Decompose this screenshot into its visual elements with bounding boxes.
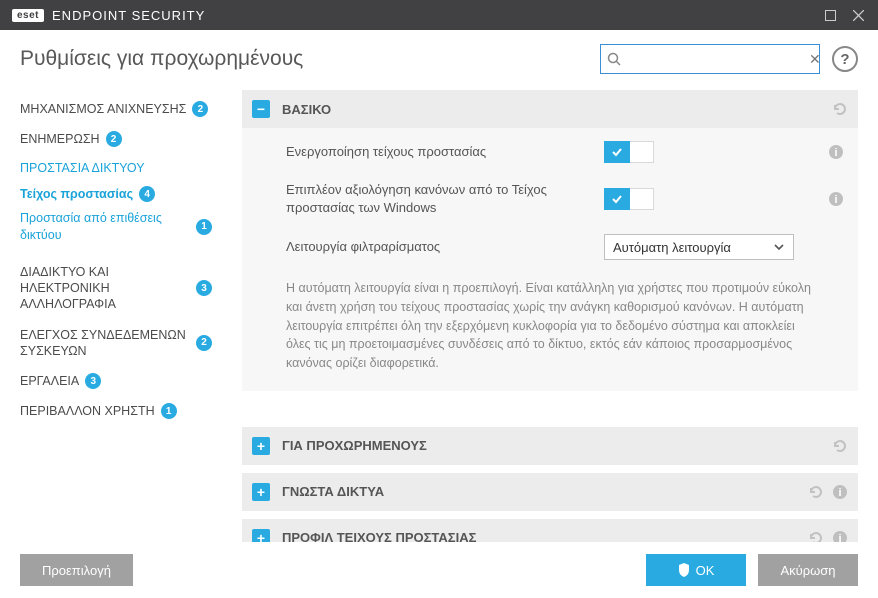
svg-text:i: i <box>834 194 837 206</box>
check-icon <box>611 193 623 205</box>
search-input[interactable] <box>627 52 803 67</box>
sidebar-badge: 2 <box>192 101 208 117</box>
content: − ΒΑΣΙΚΟ Ενεργοποίηση τείχους προστασίας <box>238 88 878 586</box>
expand-icon[interactable]: + <box>252 483 270 501</box>
check-icon <box>611 146 623 158</box>
sidebar-item-detection[interactable]: ΜΗΧΑΝΙΣΜΟΣ ΑΝΙΧΝΕΥΣΗΣ 2 <box>20 94 238 124</box>
sidebar-item-label: Τείχος προστασίας <box>20 186 133 202</box>
sidebar-item-label: ΕΡΓΑΛΕΙΑ <box>20 374 79 388</box>
row-windows-firewall-rules: Επιπλέον αξιολόγηση κανόνων από το Τείχο… <box>242 172 858 225</box>
info-icon[interactable]: i <box>828 144 844 160</box>
ok-label: OK <box>696 563 715 578</box>
info-icon[interactable]: i <box>832 484 848 500</box>
panel-title: ΓΙΑ ΠΡΟΧΩΡΗΜΕΝΟΥΣ <box>282 438 820 453</box>
default-button[interactable]: Προεπιλογή <box>20 554 133 586</box>
header: Ρυθμίσεις για προχωρημένους ✕ ? <box>0 30 878 88</box>
revert-icon[interactable] <box>832 101 848 117</box>
sidebar-badge: 2 <box>106 131 122 147</box>
sidebar-item-label: ΠΕΡΙΒΑΛΛΟΝ ΧΡΗΣΤΗ <box>20 404 155 418</box>
sidebar-item-update[interactable]: ΕΝΗΜΕΡΩΣΗ 2 <box>20 124 238 154</box>
window-close-icon[interactable] <box>844 0 872 30</box>
panel-known-networks: + ΓΝΩΣΤΑ ΔΙΚΤΥΑ i <box>242 473 858 511</box>
chevron-down-icon <box>773 241 785 253</box>
sidebar-item-label: ΜΗΧΑΝΙΣΜΟΣ ΑΝΙΧΝΕΥΣΗΣ <box>20 102 186 116</box>
cancel-button[interactable]: Ακύρωση <box>758 554 858 586</box>
sidebar-item-label: ΕΝΗΜΕΡΩΣΗ <box>20 132 100 146</box>
sidebar-item-label: ΕΛΕΓΧΟΣ ΣΥΝΔΕΔΕΜΕΝΩΝ ΣΥΣΚΕΥΩΝ <box>20 327 190 360</box>
ok-button[interactable]: OK <box>646 554 746 586</box>
sidebar-badge: 1 <box>196 219 212 235</box>
revert-icon[interactable] <box>832 438 848 454</box>
row-label: Ενεργοποίηση τείχους προστασίας <box>286 143 592 161</box>
sidebar-item-label: ΠΡΟΣΤΑΣΙΑ ΔΙΚΤΥΟΥ <box>20 161 145 175</box>
product-name: ENDPOINT SECURITY <box>52 8 205 23</box>
row-label: Επιπλέον αξιολόγηση κανόνων από το Τείχο… <box>286 181 592 216</box>
filtering-mode-select[interactable]: Αυτόματη λειτουργία <box>604 234 794 260</box>
panel-title: ΒΑΣΙΚΟ <box>282 102 820 117</box>
revert-icon[interactable] <box>808 484 824 500</box>
row-label: Λειτουργία φιλτραρίσματος <box>286 238 592 256</box>
sidebar-item-firewall[interactable]: Τείχος προστασίας 4 <box>20 182 238 206</box>
search-icon <box>607 52 621 66</box>
toggle-windows-firewall-rules[interactable] <box>604 188 654 210</box>
expand-icon[interactable]: + <box>252 437 270 455</box>
sidebar-item-network-attack[interactable]: Προστασία από επιθέσεις δικτύου 1 <box>20 206 238 247</box>
panel-title: ΓΝΩΣΤΑ ΔΙΚΤΥΑ <box>282 484 796 499</box>
sidebar-item-network-protection[interactable]: ΠΡΟΣΤΑΣΙΑ ΔΙΚΤΥΟΥ <box>20 154 238 182</box>
toggle-enable-firewall[interactable] <box>604 141 654 163</box>
search-box[interactable]: ✕ <box>600 44 820 74</box>
sidebar-item-device-control[interactable]: ΕΛΕΓΧΟΣ ΣΥΝΔΕΔΕΜΕΝΩΝ ΣΥΣΚΕΥΩΝ 2 <box>20 320 238 367</box>
collapse-icon[interactable]: − <box>252 100 270 118</box>
sidebar-item-web-email[interactable]: ΔΙΑΔΙΚΤΥΟ ΚΑΙ ΗΛΕΚΤΡΟΝΙΚΗ ΑΛΛΗΛΟΓΡΑΦΙΑ 3 <box>20 257 238 320</box>
panel-advanced-head[interactable]: + ΓΙΑ ΠΡΟΧΩΡΗΜΕΝΟΥΣ <box>242 427 858 465</box>
svg-text:i: i <box>838 487 841 499</box>
footer: Προεπιλογή OK Ακύρωση <box>0 542 878 598</box>
filtering-mode-description: Η αυτόματη λειτουργία είναι η προεπιλογή… <box>242 269 858 387</box>
panel-basic-head[interactable]: − ΒΑΣΙΚΟ <box>242 90 858 128</box>
select-value: Αυτόματη λειτουργία <box>613 240 731 255</box>
panel-advanced: + ΓΙΑ ΠΡΟΧΩΡΗΜΕΝΟΥΣ <box>242 427 858 465</box>
sidebar-badge: 3 <box>85 373 101 389</box>
search-clear-icon[interactable]: ✕ <box>809 51 821 68</box>
panel-basic: − ΒΑΣΙΚΟ Ενεργοποίηση τείχους προστασίας <box>242 90 858 391</box>
page-title: Ρυθμίσεις για προχωρημένους <box>20 47 588 71</box>
svg-text:i: i <box>834 147 837 159</box>
sidebar-item-label: Προστασία από επιθέσεις δικτύου <box>20 210 190 243</box>
sidebar-badge: 3 <box>196 280 212 296</box>
row-filtering-mode: Λειτουργία φιλτραρίσματος Αυτόματη λειτο… <box>242 225 858 269</box>
row-enable-firewall: Ενεργοποίηση τείχους προστασίας i <box>242 132 858 172</box>
sidebar-badge: 2 <box>196 335 212 351</box>
sidebar: ΜΗΧΑΝΙΣΜΟΣ ΑΝΙΧΝΕΥΣΗΣ 2 ΕΝΗΜΕΡΩΣΗ 2 ΠΡΟΣ… <box>0 88 238 586</box>
shield-icon <box>678 563 690 577</box>
help-button[interactable]: ? <box>832 46 858 72</box>
panel-known-networks-head[interactable]: + ΓΝΩΣΤΑ ΔΙΚΤΥΑ i <box>242 473 858 511</box>
sidebar-badge: 4 <box>139 186 155 202</box>
panel-basic-body: Ενεργοποίηση τείχους προστασίας i Επιπλέ… <box>242 128 858 391</box>
sidebar-item-label: ΔΙΑΔΙΚΤΥΟ ΚΑΙ ΗΛΕΚΤΡΟΝΙΚΗ ΑΛΛΗΛΟΓΡΑΦΙΑ <box>20 264 190 313</box>
titlebar: eset ENDPOINT SECURITY <box>0 0 878 30</box>
sidebar-badge: 1 <box>161 403 177 419</box>
sidebar-item-ui[interactable]: ΠΕΡΙΒΑΛΛΟΝ ΧΡΗΣΤΗ 1 <box>20 396 238 426</box>
info-icon[interactable]: i <box>828 191 844 207</box>
sidebar-item-tools[interactable]: ΕΡΓΑΛΕΙΑ 3 <box>20 366 238 396</box>
brand-logo: eset <box>12 9 44 22</box>
window-maximize-icon[interactable] <box>816 0 844 30</box>
